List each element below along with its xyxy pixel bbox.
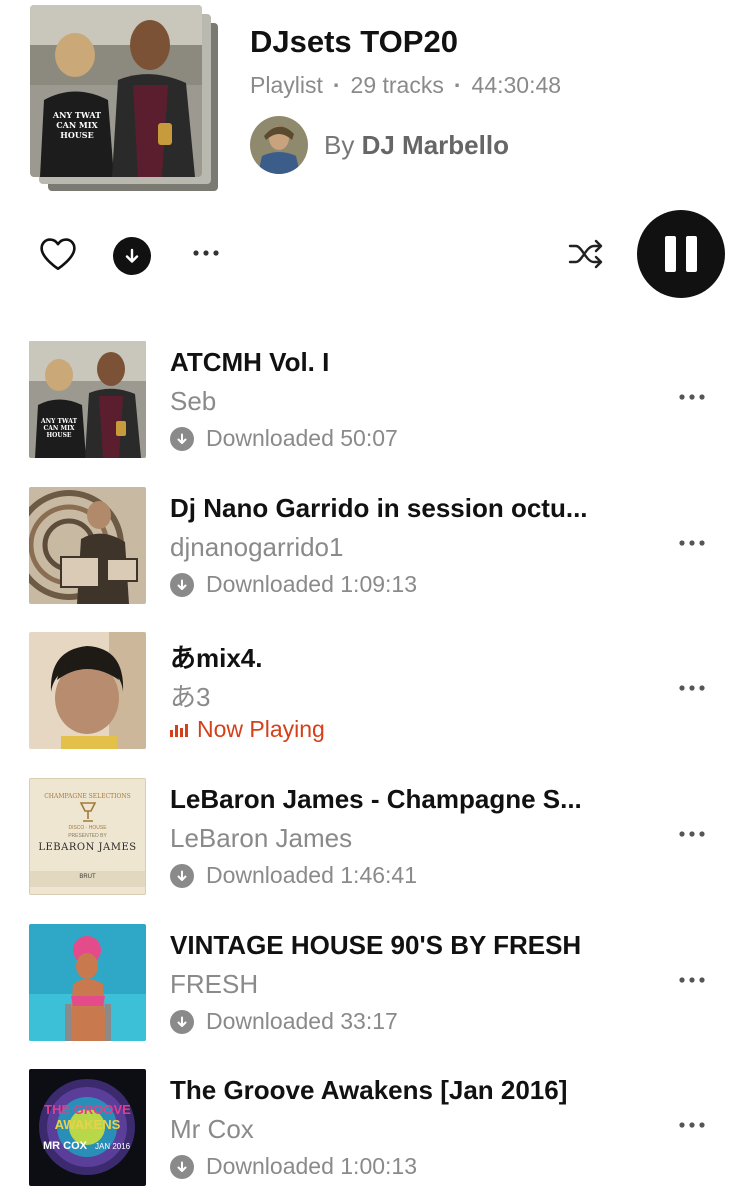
cover-text-line: CAN MIX	[56, 120, 98, 130]
owner-avatar[interactable]	[250, 116, 308, 174]
now-playing-label: Now Playing	[197, 716, 325, 742]
svg-text:HOUSE: HOUSE	[46, 432, 71, 439]
track-title: Dj Nano Garrido in session octu...	[170, 493, 588, 523]
status-label: Downloaded	[206, 1008, 334, 1034]
cover-text-line: ANY TWAT	[52, 110, 102, 120]
track-duration: 1:46:41	[340, 862, 418, 888]
equalizer-icon	[170, 723, 190, 737]
track-more-icon[interactable]	[677, 825, 713, 845]
track-row[interactable]: Dj Nano Garrido in session octu... djnan…	[0, 479, 753, 609]
downloaded-icon	[170, 426, 194, 451]
track-artwork: ANY TWAT CAN MIX HOUSE	[29, 341, 146, 458]
pause-bar	[686, 236, 697, 272]
track-status: Downloaded 1:00:13	[170, 1153, 417, 1180]
track-artist: Mr Cox	[170, 1114, 254, 1144]
track-more-icon[interactable]	[677, 971, 713, 991]
art-text-line: DISCO · HOUSE	[68, 825, 107, 831]
by-label: By	[324, 129, 355, 160]
track-title: ATCMH Vol. I	[170, 347, 330, 377]
champagne-glass-icon	[79, 802, 97, 822]
shuffle-icon[interactable]	[564, 234, 608, 274]
art-text-line: MR COX	[43, 1140, 87, 1152]
art-text-line: PRESENTED BY	[68, 833, 107, 839]
track-row[interactable]: VINTAGE HOUSE 90'S BY FRESH FRESH Downlo…	[0, 916, 753, 1046]
cover-text-line: HOUSE	[60, 130, 94, 140]
downloaded-icon	[170, 1009, 194, 1034]
track-status: Downloaded 1:46:41	[170, 862, 417, 889]
action-bar	[0, 210, 753, 300]
art-text-line: CHAMPAGNE SELECTIONS	[44, 793, 131, 800]
playlist-type: Playlist	[250, 72, 323, 98]
track-artwork	[29, 924, 146, 1041]
downloaded-icon	[170, 572, 194, 597]
download-icon[interactable]	[113, 237, 151, 275]
cover-art: ANY TWAT CAN MIX HOUSE	[30, 5, 202, 177]
status-label: Downloaded	[206, 1153, 334, 1179]
track-row[interactable]: THE GROOVE AWAKENS MR COX JAN 2016 The G…	[0, 1061, 753, 1191]
playlist-meta: Playlist · 29 tracks · 44:30:48	[250, 72, 561, 99]
status-label: Downloaded	[206, 862, 334, 888]
separator-dot: ·	[332, 72, 341, 98]
track-duration: 1:09:13	[340, 571, 418, 597]
art-text-line: BRUT	[79, 874, 96, 880]
playlist-owner[interactable]: By DJ Marbello	[250, 116, 509, 174]
art-text-line: LEBARON JAMES	[38, 842, 137, 853]
track-more-icon[interactable]	[677, 534, 713, 554]
track-status: Downloaded 50:07	[170, 425, 398, 452]
track-count: 29 tracks	[350, 72, 444, 98]
track-title: あmix4.	[170, 643, 263, 673]
track-duration: 33:17	[340, 1008, 398, 1034]
track-artist: djnanogarrido1	[170, 532, 344, 562]
track-artwork	[29, 632, 146, 749]
track-row[interactable]: CHAMPAGNE SELECTIONS DISCO · HOUSE PRESE…	[0, 770, 753, 900]
track-artwork: CHAMPAGNE SELECTIONS DISCO · HOUSE PRESE…	[29, 778, 146, 895]
heart-icon[interactable]	[36, 234, 80, 274]
status-label: Downloaded	[206, 425, 334, 451]
pause-bar	[665, 236, 676, 272]
track-artist: LeBaron James	[170, 823, 353, 853]
art-text-line: JAN 2016	[95, 1142, 131, 1151]
track-duration: 1:00:13	[340, 1153, 418, 1179]
track-status: Downloaded 33:17	[170, 1008, 398, 1035]
owner-name[interactable]: DJ Marbello	[362, 130, 509, 160]
more-icon[interactable]	[188, 240, 224, 266]
track-duration: 50:07	[340, 425, 398, 451]
track-title: LeBaron James - Champagne S...	[170, 784, 582, 814]
pause-icon[interactable]	[637, 210, 725, 298]
svg-text:CAN MIX: CAN MIX	[43, 425, 74, 432]
art-text-line: AWAKENS	[54, 1117, 121, 1132]
track-more-icon[interactable]	[677, 1116, 713, 1136]
owner-label: By DJ Marbello	[324, 130, 509, 161]
track-title: The Groove Awakens [Jan 2016]	[170, 1075, 568, 1105]
playlist-cover: ANY TWAT CAN MIX HOUSE	[30, 5, 220, 192]
track-artwork: THE GROOVE AWAKENS MR COX JAN 2016	[29, 1069, 146, 1186]
track-artist: あ3	[170, 682, 211, 712]
track-row[interactable]: ANY TWAT CAN MIX HOUSE ATCMH Vol. I Seb …	[0, 333, 753, 463]
downloaded-icon	[170, 863, 194, 888]
track-status: Downloaded 1:09:13	[170, 571, 417, 598]
separator-dot: ·	[453, 72, 462, 98]
svg-text:ANY TWAT: ANY TWAT	[40, 418, 78, 425]
track-row[interactable]: あmix4. あ3 Now Playing	[0, 624, 753, 754]
track-more-icon[interactable]	[677, 679, 713, 699]
status-label: Downloaded	[206, 571, 334, 597]
playlist-duration: 44:30:48	[471, 72, 562, 98]
track-status: Now Playing	[170, 716, 325, 743]
track-more-icon[interactable]	[677, 388, 713, 408]
track-artwork	[29, 487, 146, 604]
art-text-line: THE GROOVE	[44, 1102, 131, 1117]
playlist-title: DJsets TOP20	[250, 24, 458, 59]
track-artist: Seb	[170, 386, 217, 416]
track-artist: FRESH	[170, 969, 259, 999]
downloaded-icon	[170, 1154, 194, 1179]
track-title: VINTAGE HOUSE 90'S BY FRESH	[170, 930, 582, 960]
